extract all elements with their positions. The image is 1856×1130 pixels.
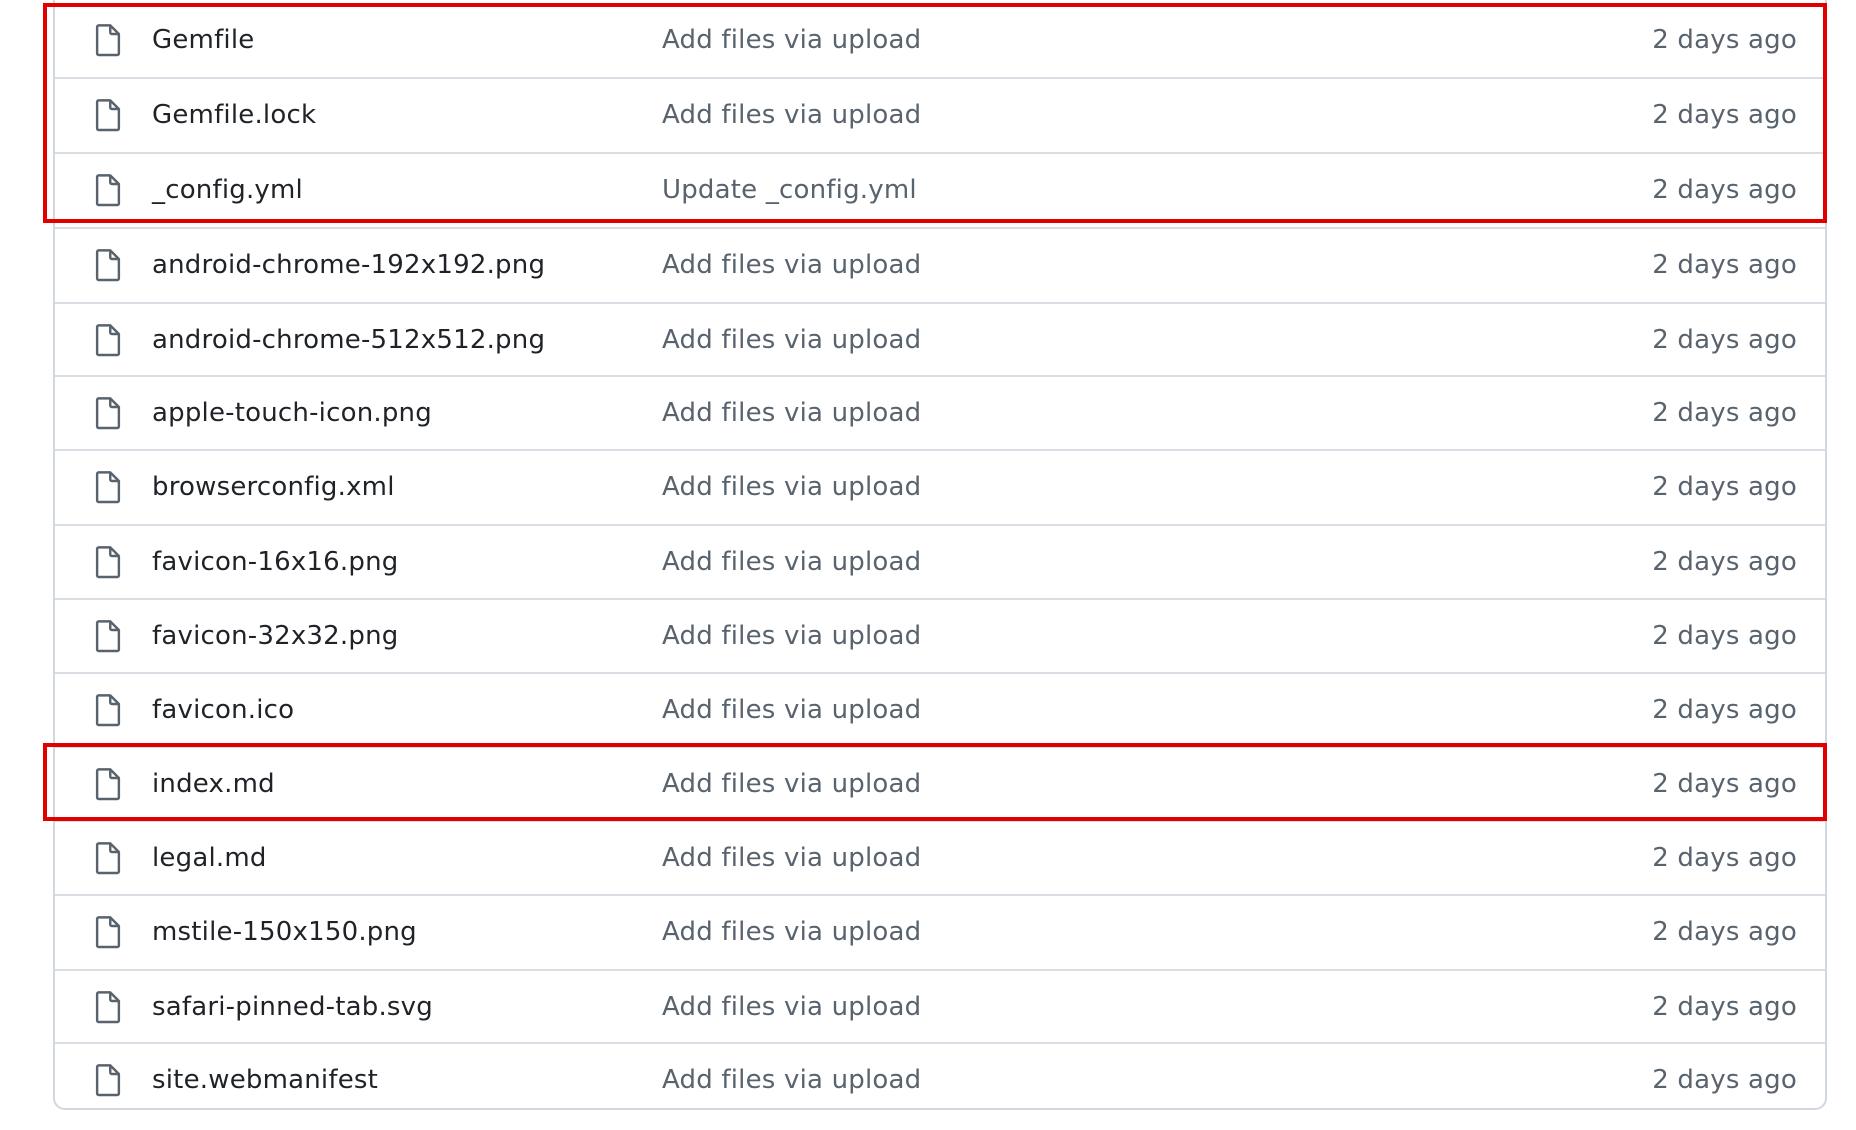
file-icon: [93, 396, 123, 430]
commit-age: 2 days ago: [1652, 992, 1797, 1022]
row-divider: [55, 1042, 1825, 1044]
commit-message-link[interactable]: Add files via upload: [662, 250, 921, 280]
commit-message-link[interactable]: Add files via upload: [662, 100, 921, 130]
file-row[interactable]: android-chrome-192x192.png Add files via …: [55, 228, 1825, 302]
row-divider: [55, 969, 1825, 971]
file-row[interactable]: site.webmanifest Add files via upload 2 da…: [55, 1043, 1825, 1117]
commit-message-link[interactable]: Add files via upload: [662, 621, 921, 651]
commit-age: 2 days ago: [1652, 25, 1797, 55]
file-row[interactable]: favicon.ico Add files via upload 2 days ag…: [55, 673, 1825, 747]
row-divider: [55, 77, 1825, 79]
commit-age: 2 days ago: [1652, 250, 1797, 280]
file-icon: [93, 323, 123, 357]
commit-age: 2 days ago: [1652, 621, 1797, 651]
file-row[interactable]: mstile-150x150.png Add files via upload 2 …: [55, 895, 1825, 969]
file-icon: [93, 693, 123, 727]
file-icon: [93, 545, 123, 579]
file-row[interactable]: Gemfile.lock Add files via upload 2 days a…: [55, 78, 1825, 152]
commit-age: 2 days ago: [1652, 100, 1797, 130]
file-icon: [93, 841, 123, 875]
commit-message-link[interactable]: Add files via upload: [662, 1065, 921, 1095]
commit-age: 2 days ago: [1652, 175, 1797, 205]
file-icon: [93, 248, 123, 282]
commit-age: 2 days ago: [1652, 1065, 1797, 1095]
row-divider: [55, 375, 1825, 377]
file-name-link[interactable]: mstile-150x150.png: [152, 917, 417, 947]
file-name-link[interactable]: favicon-32x32.png: [152, 621, 398, 651]
row-divider: [55, 820, 1825, 822]
row-divider: [55, 598, 1825, 600]
file-row[interactable]: android-chrome-512x512.png Add files via …: [55, 303, 1825, 377]
commit-message-link[interactable]: Add files via upload: [662, 695, 921, 725]
file-row[interactable]: legal.md Add files via upload 2 days ago: [55, 821, 1825, 895]
commit-message-link[interactable]: Add files via upload: [662, 398, 921, 428]
file-row[interactable]: Gemfile Add files via upload 2 days ago: [55, 3, 1825, 77]
file-name-link[interactable]: Gemfile: [152, 25, 254, 55]
file-icon: [93, 1063, 123, 1097]
commit-message-link[interactable]: Add files via upload: [662, 917, 921, 947]
commit-age: 2 days ago: [1652, 325, 1797, 355]
file-icon: [93, 173, 123, 207]
file-icon: [93, 767, 123, 801]
file-name-link[interactable]: favicon.ico: [152, 695, 294, 725]
row-divider: [55, 746, 1825, 748]
commit-age: 2 days ago: [1652, 398, 1797, 428]
file-name-link[interactable]: _config.yml: [152, 175, 303, 205]
file-row[interactable]: index.md Add files via upload 2 days ago: [55, 747, 1825, 821]
file-name-link[interactable]: favicon-16x16.png: [152, 547, 398, 577]
commit-message-link[interactable]: Add files via upload: [662, 992, 921, 1022]
file-name-link[interactable]: apple-touch-icon.png: [152, 398, 432, 428]
commit-age: 2 days ago: [1652, 472, 1797, 502]
file-name-link[interactable]: index.md: [152, 769, 275, 799]
commit-message-link[interactable]: Add files via upload: [662, 547, 921, 577]
commit-message-link[interactable]: Add files via upload: [662, 769, 921, 799]
file-name-link[interactable]: safari-pinned-tab.svg: [152, 992, 433, 1022]
commit-age: 2 days ago: [1652, 843, 1797, 873]
file-name-link[interactable]: legal.md: [152, 843, 267, 873]
commit-message-link[interactable]: Add files via upload: [662, 472, 921, 502]
file-name-link[interactable]: android-chrome-512x512.png: [152, 325, 545, 355]
row-divider: [55, 227, 1825, 229]
file-row[interactable]: favicon-16x16.png Add files via upload 2 d…: [55, 525, 1825, 599]
file-icon: [93, 915, 123, 949]
file-row[interactable]: apple-touch-icon.png Add files via upload…: [55, 376, 1825, 450]
row-divider: [55, 449, 1825, 451]
commit-age: 2 days ago: [1652, 769, 1797, 799]
file-name-link[interactable]: site.webmanifest: [152, 1065, 378, 1095]
commit-message-link[interactable]: Update _config.yml: [662, 175, 917, 205]
file-name-link[interactable]: browserconfig.xml: [152, 472, 395, 502]
file-row[interactable]: browserconfig.xml Add files via upload 2 d…: [55, 450, 1825, 524]
file-row[interactable]: safari-pinned-tab.svg Add files via uploa…: [55, 970, 1825, 1044]
file-row[interactable]: _config.yml Update _config.yml 2 days ago: [55, 153, 1825, 227]
file-icon: [93, 23, 123, 57]
commit-age: 2 days ago: [1652, 917, 1797, 947]
row-divider: [55, 152, 1825, 154]
file-list: Gemfile Add files via upload 2 days ago Gem…: [53, 0, 1827, 1110]
file-icon: [93, 990, 123, 1024]
file-icon: [93, 470, 123, 504]
file-name-link[interactable]: Gemfile.lock: [152, 100, 316, 130]
file-name-link[interactable]: android-chrome-192x192.png: [152, 250, 545, 280]
file-icon: [93, 619, 123, 653]
row-divider: [55, 894, 1825, 896]
commit-message-link[interactable]: Add files via upload: [662, 25, 921, 55]
commit-age: 2 days ago: [1652, 547, 1797, 577]
file-icon: [93, 98, 123, 132]
row-divider: [55, 302, 1825, 304]
row-divider: [55, 672, 1825, 674]
file-row[interactable]: favicon-32x32.png Add files via upload 2 d…: [55, 599, 1825, 673]
commit-message-link[interactable]: Add files via upload: [662, 843, 921, 873]
commit-message-link[interactable]: Add files via upload: [662, 325, 921, 355]
commit-age: 2 days ago: [1652, 695, 1797, 725]
row-divider: [55, 524, 1825, 526]
